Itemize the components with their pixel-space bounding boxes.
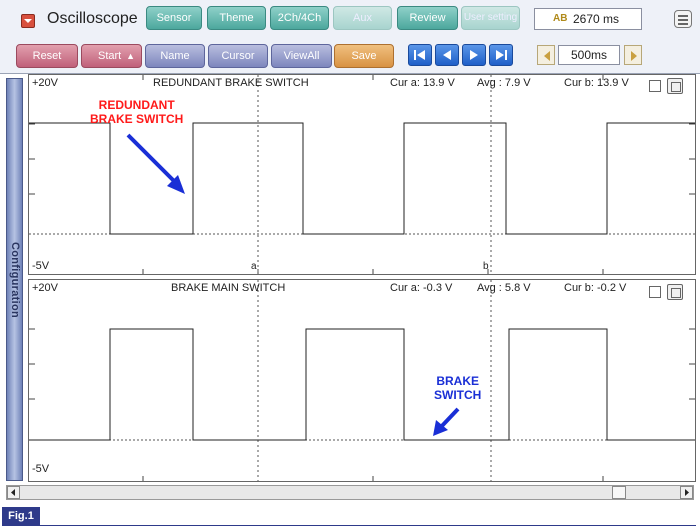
- skip-last-icon[interactable]: [489, 44, 513, 66]
- channel1-ymax-label: +20V: [32, 77, 58, 89]
- channel2-cursor-b-value: Cur b: -0.2 V: [564, 282, 627, 294]
- configuration-tab[interactable]: Configuration: [6, 78, 23, 481]
- scroll-left-icon[interactable]: [7, 486, 20, 499]
- step-forward-icon[interactable]: [462, 44, 486, 66]
- horizontal-scrollbar[interactable]: [6, 485, 694, 500]
- user-setting-button[interactable]: User setting: [461, 6, 520, 30]
- annotation-redundant-brake-switch: REDUNDANT BRAKE SWITCH: [90, 98, 184, 126]
- channel1-cursor-b-value: Cur b: 13.9 V: [564, 77, 629, 89]
- timebase-decrease-icon[interactable]: [537, 45, 555, 65]
- plot-area: +20V -5V REDUNDANT BRAKE SWITCH Cur a: 1…: [28, 74, 696, 482]
- cursor-button[interactable]: Cursor: [208, 44, 268, 68]
- scrollbar-thumb[interactable]: [612, 486, 626, 499]
- figure-label: Fig.1: [2, 507, 40, 525]
- top-toolbar: Oscilloscope Sensor Theme 2Ch/4Ch Aux Re…: [0, 0, 700, 40]
- app-title: Oscilloscope: [47, 10, 138, 27]
- timebase-increase-icon[interactable]: [624, 45, 642, 65]
- channel2-ymin-label: -5V: [32, 463, 50, 475]
- time-readout-value: 2670 ms: [573, 12, 620, 26]
- channel2-title: BRAKE MAIN SWITCH: [171, 282, 286, 294]
- dropdown-icon[interactable]: [21, 14, 35, 28]
- waveform-canvas: [28, 74, 696, 482]
- figure-rule: [2, 525, 696, 526]
- start-button-label: Start: [98, 50, 122, 62]
- channel2-ymax-label: +20V: [32, 282, 58, 294]
- reset-button[interactable]: Reset: [16, 44, 78, 68]
- channel1-title: REDUNDANT BRAKE SWITCH: [153, 77, 309, 89]
- viewall-button[interactable]: ViewAll: [271, 44, 332, 68]
- ab-cursor-icon: AB: [553, 13, 568, 24]
- oscilloscope-window: Oscilloscope Sensor Theme 2Ch/4Ch Aux Re…: [0, 0, 700, 527]
- channel1-average-value: Avg : 7.9 V: [477, 77, 531, 89]
- channel1-ymin-label: -5V: [32, 260, 50, 272]
- cursor-a-label[interactable]: a: [251, 261, 257, 272]
- skip-first-icon[interactable]: [408, 44, 432, 66]
- menu-icon[interactable]: [674, 10, 692, 28]
- step-back-icon[interactable]: [435, 44, 459, 66]
- channel1-expand-icon[interactable]: [667, 78, 683, 94]
- sensor-button[interactable]: Sensor: [146, 6, 202, 30]
- theme-button[interactable]: Theme: [207, 6, 266, 30]
- start-button[interactable]: Start ▲︎: [81, 44, 142, 68]
- name-button[interactable]: Name: [145, 44, 205, 68]
- timebase-field[interactable]: 500ms: [558, 45, 620, 65]
- time-readout: AB 2670 ms: [534, 8, 642, 30]
- 2ch-4ch-button[interactable]: 2Ch/4Ch: [270, 6, 329, 30]
- updown-icon: ▲︎: [126, 51, 135, 61]
- channel1-cursor-a-value: Cur a: 13.9 V: [390, 77, 455, 89]
- scroll-right-icon[interactable]: [680, 486, 693, 499]
- channel2-cursor-a-value: Cur a: -0.3 V: [390, 282, 453, 294]
- review-button[interactable]: Review: [397, 6, 458, 30]
- channel2-checkbox[interactable]: [649, 286, 661, 298]
- cursor-b-label[interactable]: b: [483, 261, 489, 272]
- aux-button[interactable]: Aux: [333, 6, 392, 30]
- save-button[interactable]: Save: [334, 44, 394, 68]
- channel2-average-value: Avg : 5.8 V: [477, 282, 531, 294]
- configuration-label: Configuration: [8, 241, 21, 318]
- channel2-expand-icon[interactable]: [667, 284, 683, 300]
- annotation-brake-switch: BRAKE SWITCH: [434, 374, 482, 402]
- channel1-checkbox[interactable]: [649, 80, 661, 92]
